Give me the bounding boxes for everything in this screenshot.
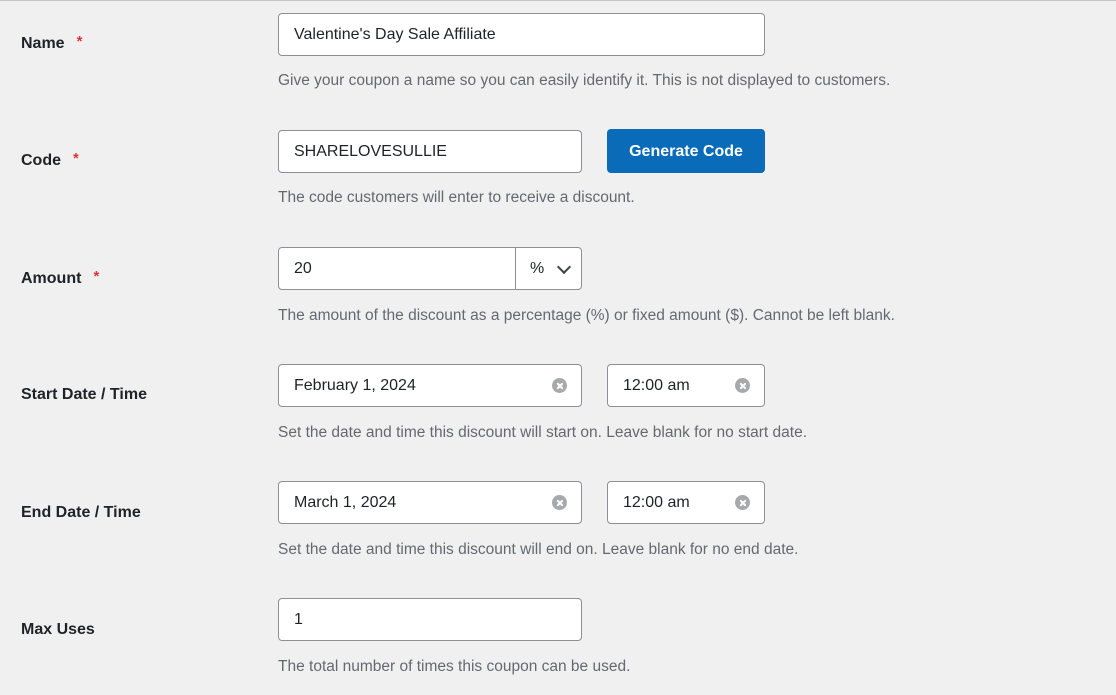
required-asterisk: *: [73, 150, 79, 167]
max-uses-help-text: The total number of times this coupon ca…: [278, 658, 631, 675]
end-date-input[interactable]: March 1, 2024: [278, 481, 582, 524]
code-label: Code *: [21, 150, 79, 169]
amount-unit-select[interactable]: %: [515, 248, 581, 289]
name-input[interactable]: Valentine's Day Sale Affiliate: [278, 13, 765, 56]
end-help-text: Set the date and time this discount will…: [278, 541, 799, 558]
start-date-input[interactable]: February 1, 2024: [278, 364, 582, 407]
max-uses-input[interactable]: 1: [278, 598, 582, 641]
amount-help-text: The amount of the discount as a percenta…: [278, 307, 895, 324]
start-time-input[interactable]: 12:00 am: [607, 364, 765, 407]
code-help-text: The code customers will enter to receive…: [278, 189, 635, 206]
name-help-text: Give your coupon a name so you can easil…: [278, 72, 891, 89]
clear-icon[interactable]: [552, 495, 567, 510]
code-input[interactable]: SHARELOVESULLIE: [278, 130, 582, 173]
amount-input[interactable]: 20: [294, 248, 312, 289]
clear-icon[interactable]: [552, 378, 567, 393]
chevron-down-icon: [556, 259, 572, 275]
clear-icon[interactable]: [735, 495, 750, 510]
max-uses-label: Max Uses: [21, 621, 95, 638]
amount-label: Amount *: [21, 268, 100, 287]
top-divider: [0, 0, 1116, 1]
start-label: Start Date / Time: [21, 386, 147, 403]
end-time-input[interactable]: 12:00 am: [607, 481, 765, 524]
end-label: End Date / Time: [21, 504, 141, 521]
start-help-text: Set the date and time this discount will…: [278, 424, 808, 441]
generate-code-button[interactable]: Generate Code: [607, 129, 765, 173]
clear-icon[interactable]: [735, 378, 750, 393]
required-asterisk: *: [76, 33, 83, 50]
required-asterisk: *: [93, 268, 100, 285]
name-label: Name *: [21, 33, 83, 52]
amount-field: 20 %: [278, 247, 582, 290]
